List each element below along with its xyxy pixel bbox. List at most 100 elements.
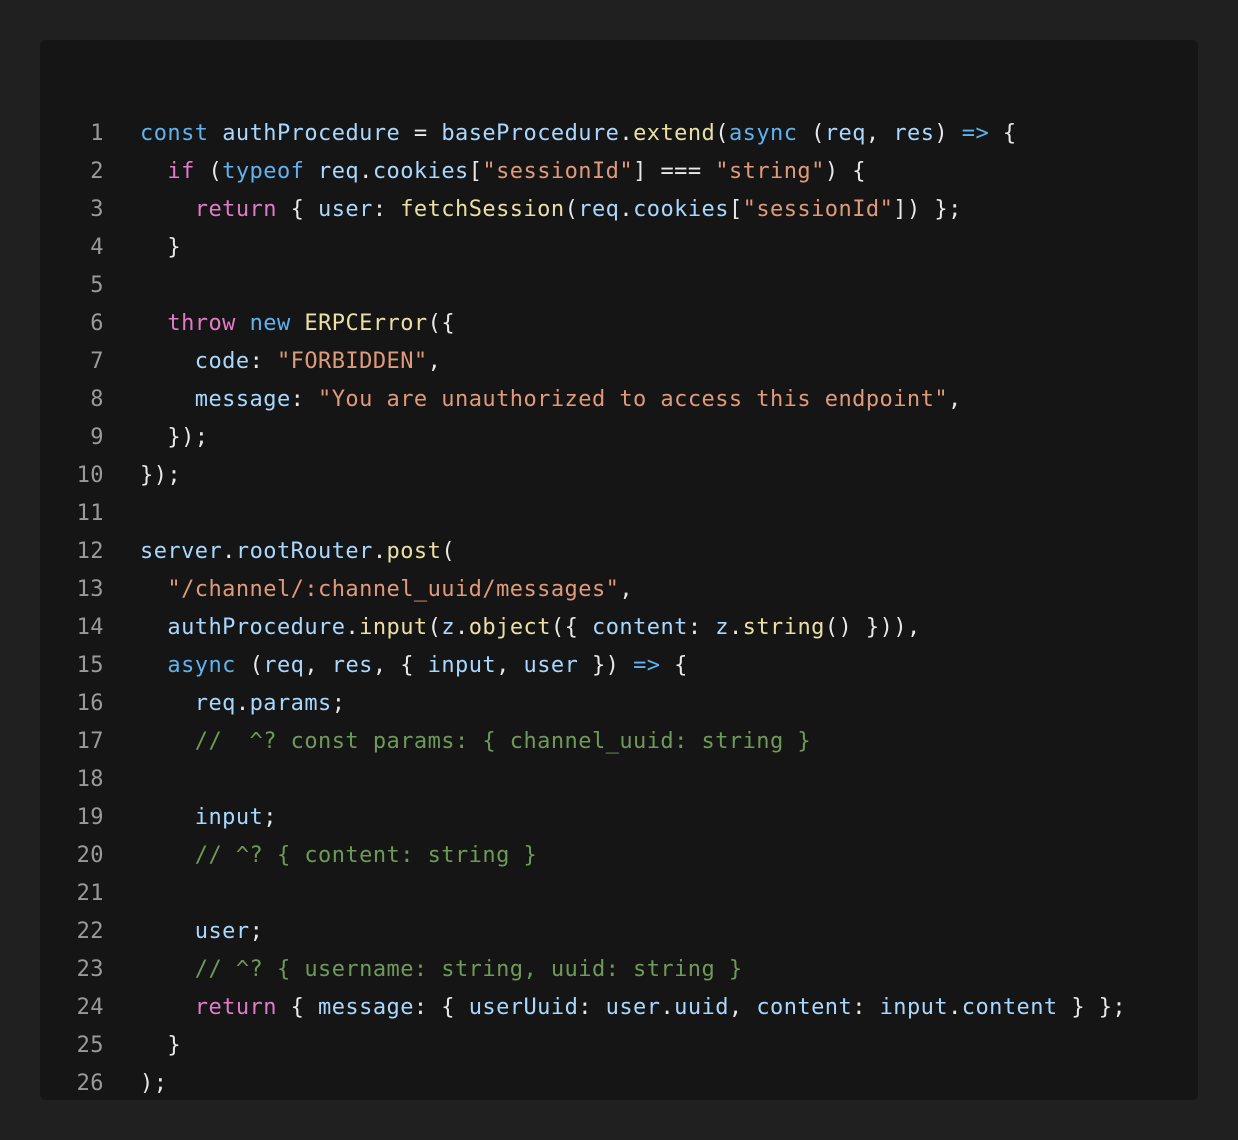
code-token: cookies: [372, 159, 469, 184]
line-number: 14: [76, 615, 104, 640]
code-token: ({: [550, 615, 592, 640]
code-token: }): [578, 653, 634, 678]
code-token: :: [687, 615, 716, 640]
line-number: 5: [90, 273, 104, 298]
line-content: return { user: fetchSession(req.cookies[…: [140, 191, 962, 229]
code-token: string: [742, 615, 825, 640]
code-token: "FORBIDDEN": [276, 349, 428, 374]
line-content: // ^? { username: string, uuid: string }: [140, 951, 743, 989]
line-number: 13: [76, 577, 104, 602]
code-token: post: [386, 539, 442, 564]
code-token: rootRouter: [235, 539, 373, 564]
code-token: .: [948, 995, 962, 1020]
line-content: async (req, res, { input, user }) => {: [140, 647, 688, 685]
code-token: :: [852, 995, 880, 1020]
code-token: authProcedure: [222, 121, 401, 146]
code-line: 22 user;: [40, 913, 1198, 951]
code-token: "string": [715, 159, 825, 184]
code-token: :: [372, 197, 401, 222]
code-line: 14 authProcedure.input(z.object({ conten…: [40, 609, 1198, 647]
code-token: z: [715, 615, 729, 640]
code-token: ;: [249, 919, 264, 944]
code-token: () })),: [824, 615, 921, 640]
code-token: typeof: [222, 159, 305, 184]
code-token: .: [728, 615, 743, 640]
line-content: });: [140, 457, 181, 495]
code-token: } };: [1057, 995, 1127, 1020]
code-token: fetchSession: [400, 197, 565, 222]
code-line: 26);: [40, 1065, 1198, 1103]
code-token: (: [564, 197, 579, 222]
line-content: input;: [140, 799, 277, 837]
code-line: 20 // ^? { content: string }: [40, 837, 1198, 875]
code-token: ERPCError: [304, 311, 428, 336]
code-token: res: [893, 121, 935, 146]
line-content: code: "FORBIDDEN",: [140, 343, 441, 381]
line-number: 20: [76, 843, 104, 868]
code-token: return: [194, 197, 277, 222]
code-token: );: [140, 1071, 168, 1096]
code-token: .: [372, 539, 387, 564]
code-line: 15 async (req, res, { input, user }) => …: [40, 647, 1198, 685]
line-content: return { message: { userUuid: user.uuid,…: [140, 989, 1126, 1027]
code-token: ,: [304, 653, 332, 678]
code-token: .: [619, 197, 634, 222]
line-number: 11: [76, 501, 104, 526]
code-line: 24 return { message: { userUuid: user.uu…: [40, 989, 1198, 1027]
line-content: }: [140, 229, 181, 267]
code-token: if: [167, 159, 195, 184]
line-number: 25: [76, 1033, 104, 1058]
code-line: 21: [40, 875, 1198, 913]
code-line: 2 if (typeof req.cookies["sessionId"] ==…: [40, 153, 1198, 191]
code-token: "You are unauthorized to access this end…: [318, 387, 949, 412]
line-number: 24: [76, 995, 104, 1020]
code-token: ]) };: [893, 197, 962, 222]
line-content: user;: [140, 913, 263, 951]
code-token: ,: [865, 121, 894, 146]
line-number: 12: [76, 539, 104, 564]
line-content: message: "You are unauthorized to access…: [140, 381, 962, 419]
code-token: ({: [427, 311, 456, 336]
line-number: 15: [76, 653, 104, 678]
code-token: .: [619, 121, 634, 146]
line-number: 8: [90, 387, 104, 412]
line-number: 26: [76, 1071, 104, 1096]
code-token: .: [235, 691, 250, 716]
code-token: :: [290, 387, 319, 412]
code-token: :: [249, 349, 277, 374]
code-token: });: [140, 425, 209, 450]
code-token: =>: [961, 121, 990, 146]
code-token: z: [441, 615, 456, 640]
code-token: ,: [619, 577, 634, 602]
line-content: req.params;: [140, 685, 345, 723]
code-token: input: [359, 615, 428, 640]
code-token: (: [797, 121, 825, 146]
code-token: content: [961, 995, 1058, 1020]
code-token: user: [318, 197, 373, 222]
code-line: 23 // ^? { username: string, uuid: strin…: [40, 951, 1198, 989]
code-lines: 1 const authProcedure = baseProcedure.ext…: [40, 115, 1198, 1103]
code-line: 1 const authProcedure = baseProcedure.ext…: [40, 115, 1198, 153]
line-content: throw new ERPCError({: [140, 305, 455, 343]
code-line: 19 input;: [40, 799, 1198, 837]
code-token: (: [715, 121, 729, 146]
code-block: 1 const authProcedure = baseProcedure.ext…: [40, 40, 1198, 1100]
line-content: "/channel/:channel_uuid/messages",: [140, 571, 633, 609]
code-line: 16 req.params;: [40, 685, 1198, 723]
line-number: 2: [90, 159, 104, 184]
code-line: 9 });: [40, 419, 1198, 457]
code-line: 12 server.rootRouter.post(: [40, 533, 1198, 571]
code-token: {: [989, 121, 1017, 146]
line-content: const authProcedure = baseProcedure.exte…: [140, 115, 1017, 153]
code-line: 17 // ^? const params: { channel_uuid: s…: [40, 723, 1198, 761]
